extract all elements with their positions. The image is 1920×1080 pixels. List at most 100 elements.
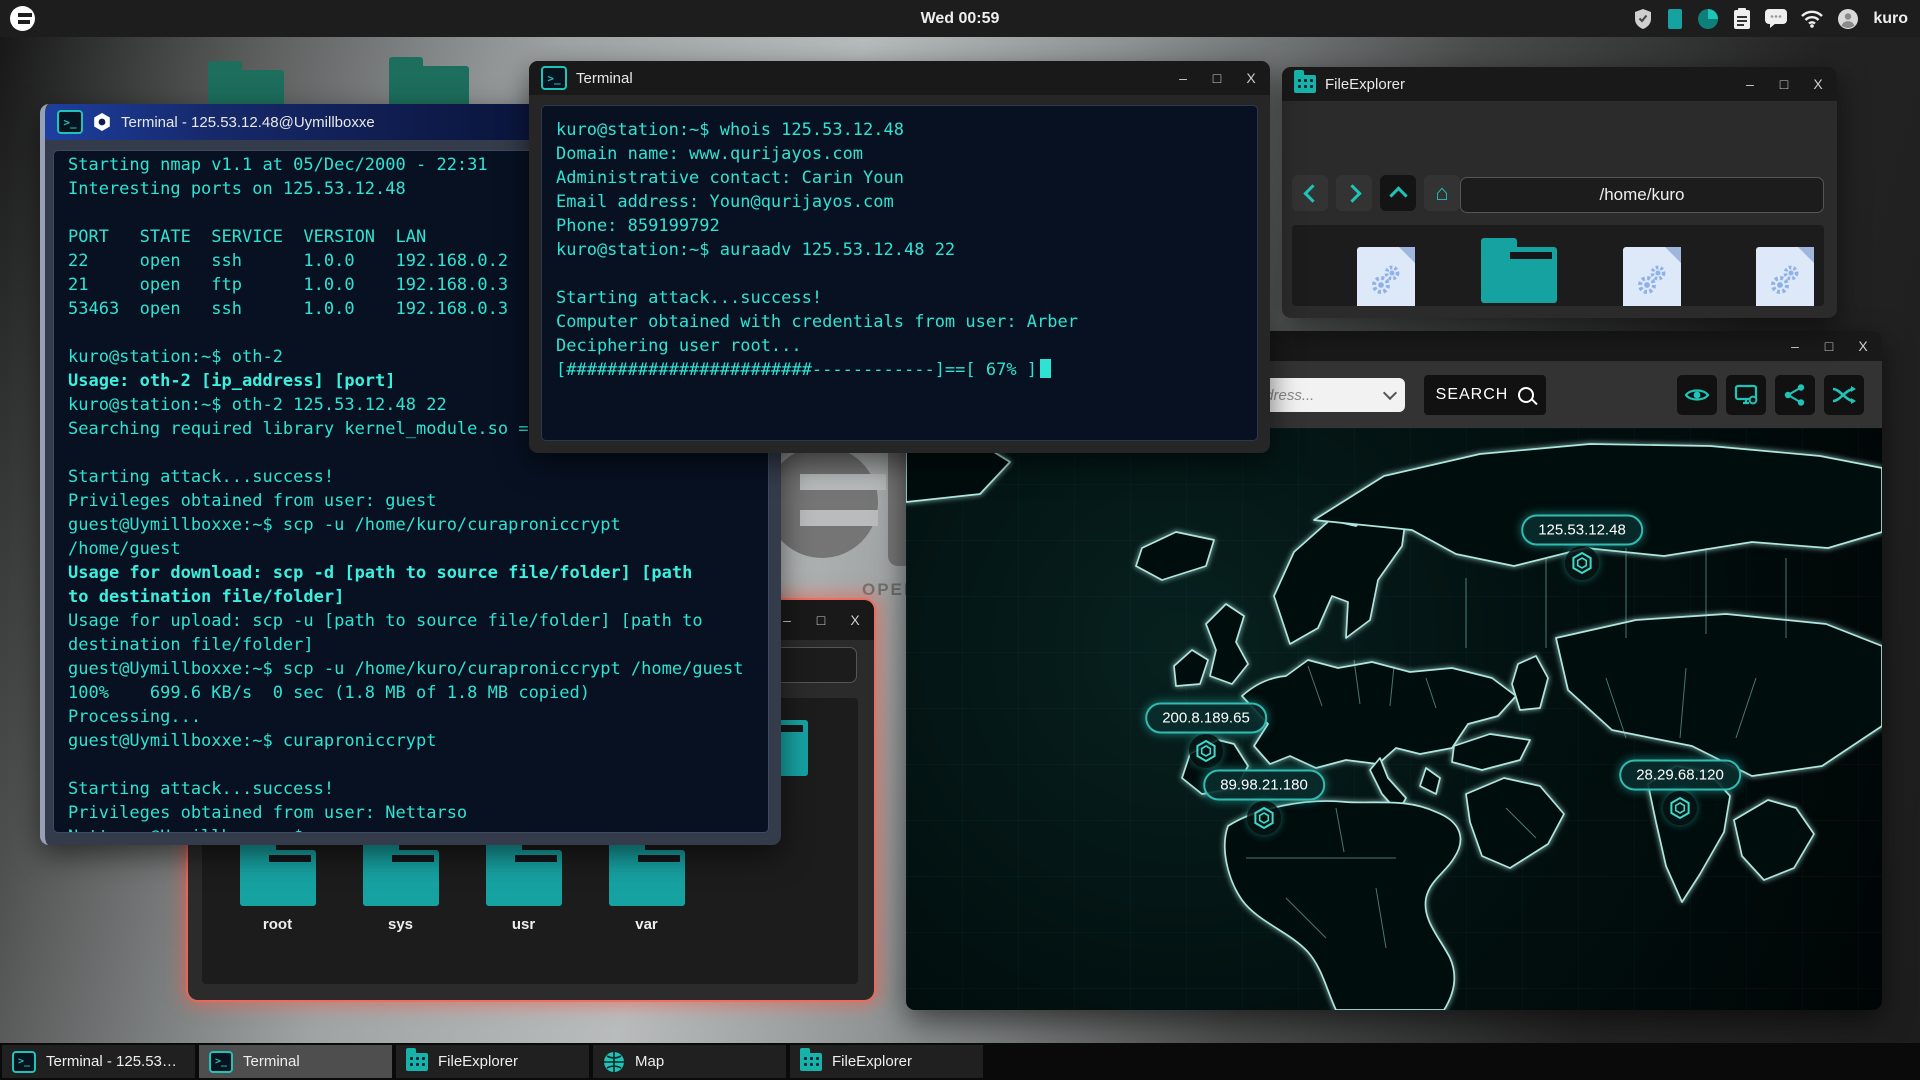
taskbar-item-label: FileExplorer [438,1053,518,1070]
wifi-icon[interactable] [1801,10,1823,28]
close-button[interactable]: X [848,612,862,628]
node-hexagon-marker[interactable] [1663,791,1697,825]
window-controls: – □ X [1788,338,1870,354]
taskbar-item-label: Terminal [243,1053,300,1070]
top-status-bar: Wed 00:59 kuro [0,0,1920,37]
taskbar-item-terminal[interactable]: >_Terminal [199,1045,392,1078]
maximize-button[interactable]: □ [1822,338,1836,354]
terminal-line: Privileges obtained from user: guest [68,489,754,513]
node-hexagon-marker[interactable] [1247,801,1281,835]
search-icon [1518,387,1534,403]
terminal-line: destination file/folder] [68,633,754,657]
taskbar-item-fileexplorer[interactable]: FileExplorer [396,1045,589,1078]
node-hexagon-marker[interactable] [1565,546,1599,580]
shuffle-button[interactable] [1824,375,1864,415]
folder-icon [1481,247,1557,303]
terminal-line: /home/guest [68,537,754,561]
taskbar-item-fileexplorer[interactable]: FileExplorer [790,1045,983,1078]
terminal-output[interactable]: kuro@station:~$ whois 125.53.12.48Domain… [541,105,1258,441]
minimize-button[interactable]: – [1788,338,1802,354]
terminal-line: Phone: 859199792 [556,214,1243,238]
desktop-screen: OPER Wed 00:59 kuro FileExplorer –□X [0,0,1920,1080]
ip-address-pill[interactable]: 200.8.189.65 [1145,703,1267,734]
window-title: Terminal [576,70,633,87]
terminal-window-local[interactable]: >_ Terminal –□X kuro@station:~$ whois 12… [529,61,1270,453]
ip-address-pill[interactable]: 28.29.68.120 [1619,760,1741,791]
search-button[interactable]: SEARCH [1424,375,1546,415]
node-hexagon-marker[interactable] [1189,734,1223,768]
share-button[interactable] [1775,375,1815,415]
ip-address-pill[interactable]: 89.98.21.180 [1203,770,1325,801]
terminal-line [68,753,754,777]
folder-label: usr [462,916,585,933]
file-item[interactable]: auraadv [1328,247,1444,306]
window-titlebar[interactable]: FileExplorer – □ X [1282,67,1837,101]
taskbar-item-label: Map [635,1053,664,1070]
file-item[interactable]: Config [1461,247,1577,306]
folder-item[interactable]: usr [462,850,585,933]
minimize-button[interactable]: – [1176,70,1190,86]
close-button[interactable]: X [1811,76,1825,92]
eye-button[interactable] [1677,375,1717,415]
binary-file-icon [1357,247,1415,306]
username-label[interactable]: kuro [1873,10,1908,28]
file-item[interactable]: curaproniccrypt [1594,247,1710,306]
file-explorer-icon [800,1053,822,1071]
clock: Wed 00:59 [0,10,1920,28]
back-button[interactable] [1292,175,1328,211]
terminal-line: Nettarso@Uymillboxxe:~$ [68,825,754,833]
folder-label: root [216,916,339,933]
terminal-line: Processing... [68,705,754,729]
taskbar-item-label: FileExplorer [832,1053,912,1070]
battery-icon[interactable] [1667,8,1683,30]
ip-address-pill[interactable]: 125.53.12.48 [1521,515,1643,546]
terminal-line: Privileges obtained from user: Nettarso [68,801,754,825]
file-explorer-icon [406,1053,428,1071]
cpu-pie-icon[interactable] [1697,8,1719,30]
chat-icon[interactable] [1765,9,1787,29]
maximize-button[interactable]: □ [1210,70,1224,86]
terminal-line: Usage for upload: scp -u [path to source… [68,609,754,633]
folder-label: sys [339,916,462,933]
minimize-button[interactable]: – [780,612,794,628]
window-title: FileExplorer [1325,76,1405,93]
terminal-line: Starting attack...success! [556,286,1243,310]
taskbar-item-map[interactable]: Map [593,1045,786,1078]
folder-label: var [585,916,708,933]
forward-button[interactable] [1336,175,1372,211]
file-explorer-window-home[interactable]: FileExplorer – □ X ⌂ /home/kuro auraadv Con… [1282,67,1837,318]
file-item[interactable]: customnmap [1727,247,1824,306]
chevron-down-icon [1383,386,1397,400]
terminal-icon: >_ [12,1051,36,1073]
window-controls: – □ X [780,612,862,628]
taskbar: >_Terminal - 125.53…>_TerminalFileExplor… [0,1043,1920,1080]
close-button[interactable]: X [1856,338,1870,354]
folder-item[interactable]: var [585,850,708,933]
window-titlebar[interactable]: >_ Terminal –□X [529,61,1270,95]
maximize-button[interactable]: □ [814,612,828,628]
folder-item[interactable]: sys [339,850,462,933]
gear-icon [92,112,112,132]
taskbar-item-terminal-[interactable]: >_Terminal - 125.53… [2,1045,195,1078]
terminal-line: Computer obtained with credentials from … [556,310,1243,334]
globe-icon [603,1051,625,1073]
minimize-button[interactable]: – [1743,76,1757,92]
terminal-line: Administrative contact: Carin Youn [556,166,1243,190]
folder-item[interactable]: root [216,850,339,933]
close-button[interactable]: X [1244,70,1258,86]
home-button[interactable]: ⌂ [1424,175,1460,211]
world-map[interactable]: 125.53.12.48 200.8.189.65 89.98.21.180 28.2… [906,428,1882,1010]
clipboard-icon[interactable] [1733,8,1751,30]
terminal-line: guest@Uymillboxxe:~$ scp -u /home/kuro/c… [68,513,754,537]
up-button[interactable] [1380,175,1416,211]
chevron-right-icon [1343,184,1361,202]
maximize-button[interactable]: □ [1777,76,1791,92]
folder-icon [240,850,316,906]
user-avatar-icon[interactable] [1837,8,1859,30]
chevron-up-icon [1389,186,1407,204]
remote-desktop-button[interactable] [1726,375,1766,415]
shield-check-icon[interactable] [1633,8,1653,30]
terminal-line: Starting attack...success! [68,777,754,801]
path-field[interactable]: /home/kuro [1460,177,1824,213]
explorer-file-grid: auraadv Config curaproniccrypt customnmap [1292,225,1824,306]
